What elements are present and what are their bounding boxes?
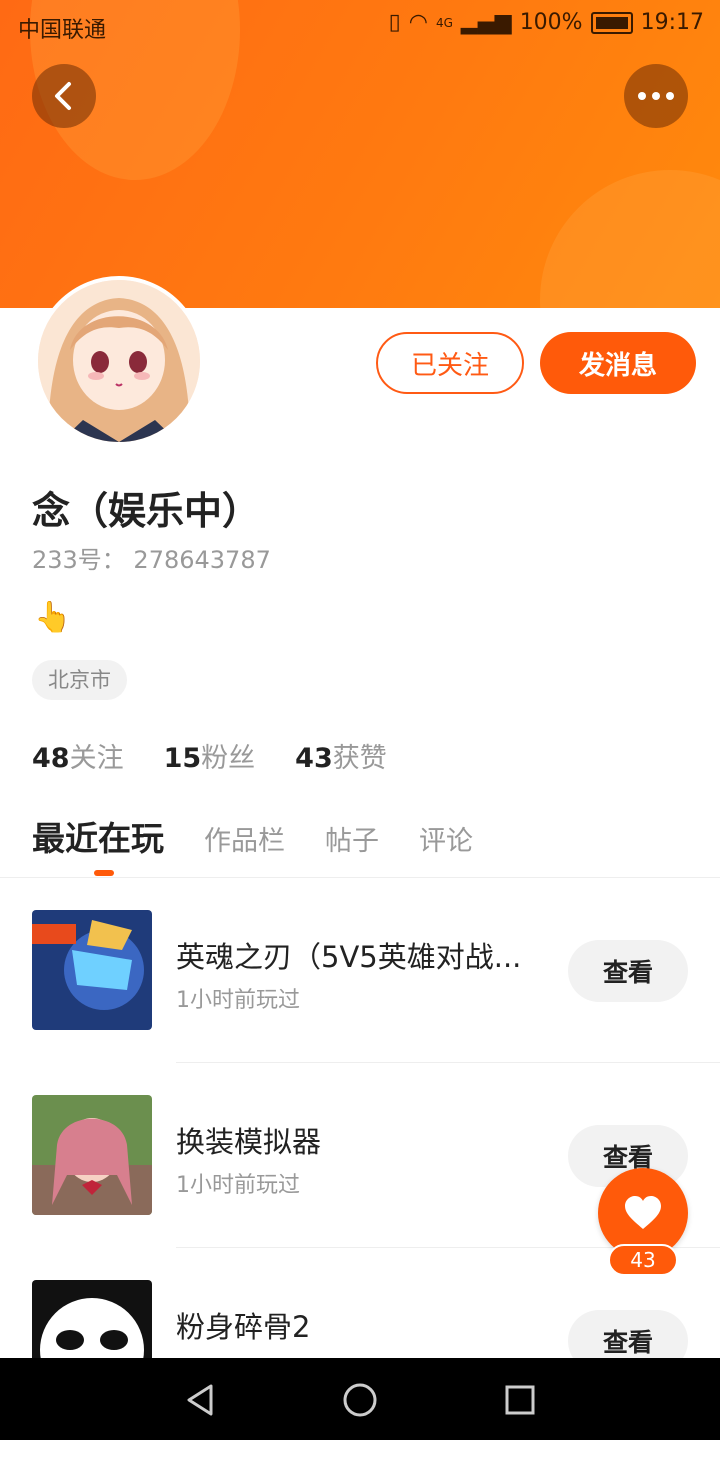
status-bar: 中国联通 ▯ ◠ 4G ▂▄▆ 100% 19:17	[0, 0, 720, 50]
back-button[interactable]	[32, 64, 96, 128]
fans-stat[interactable]: 15粉丝	[164, 736, 256, 775]
square-recents-icon	[505, 1385, 535, 1415]
network-label: 4G	[435, 15, 453, 30]
avatar[interactable]	[34, 276, 204, 446]
more-dots-icon	[638, 92, 674, 100]
game-icon-image	[32, 910, 152, 1030]
tab-works[interactable]: 作品栏	[204, 819, 285, 858]
list-item[interactable]: 英魂之刃（5V5英雄对战... 1小时前玩过 查看	[0, 910, 720, 1095]
game-title: 换装模拟器	[176, 1125, 322, 1159]
view-button[interactable]: 查看	[568, 940, 688, 1002]
vibrate-icon: ▯	[388, 10, 401, 35]
nav-home-button[interactable]	[338, 1378, 382, 1422]
send-message-button[interactable]: 发消息	[540, 332, 696, 394]
anime-girl-avatar-image	[38, 280, 200, 442]
clock: 19:17	[640, 10, 704, 35]
following-stat[interactable]: 48关注	[32, 736, 124, 775]
more-options-button[interactable]	[624, 64, 688, 128]
game-title: 粉身碎骨2	[176, 1310, 311, 1344]
nav-recents-button[interactable]	[498, 1378, 542, 1422]
profile-tabs: 最近在玩 作品栏 帖子 评论	[32, 812, 513, 876]
like-count-badge: 43	[608, 1244, 678, 1276]
likes-stat[interactable]: 43获赞	[295, 736, 387, 775]
profile-name: 念（娱乐中）	[32, 489, 261, 533]
signal-icon: ▂▄▆	[460, 10, 512, 35]
chevron-left-icon	[55, 82, 71, 110]
stats-row: 48关注 15粉丝 43获赞	[32, 736, 387, 775]
location-tag: 北京市	[32, 660, 127, 700]
played-time: 1小时前玩过	[176, 988, 300, 1013]
game-icon-image	[32, 1095, 152, 1215]
divider	[176, 1062, 720, 1063]
carrier-label: 中国联通	[18, 18, 107, 43]
tab-posts[interactable]: 帖子	[325, 819, 379, 858]
bio-emoji: 👆	[34, 600, 72, 635]
profile-uid: 233号： 278643787	[32, 546, 271, 574]
game-title: 英魂之刃（5V5英雄对战...	[176, 940, 522, 974]
followed-button[interactable]: 已关注	[376, 332, 524, 394]
tab-recently-played[interactable]: 最近在玩	[32, 812, 164, 876]
wifi-icon: ◠	[408, 10, 428, 35]
tab-comments[interactable]: 评论	[419, 819, 473, 858]
battery-percent: 100%	[519, 10, 583, 35]
system-navigation-bar	[0, 1358, 720, 1440]
battery-icon	[590, 11, 633, 34]
divider	[0, 877, 720, 878]
triangle-back-icon	[187, 1384, 213, 1416]
played-time: 1小时前玩过	[176, 1173, 300, 1198]
circle-home-icon	[343, 1383, 377, 1417]
nav-back-button[interactable]	[178, 1378, 222, 1422]
heart-icon	[625, 1196, 661, 1229]
banner-decoration	[540, 170, 720, 308]
